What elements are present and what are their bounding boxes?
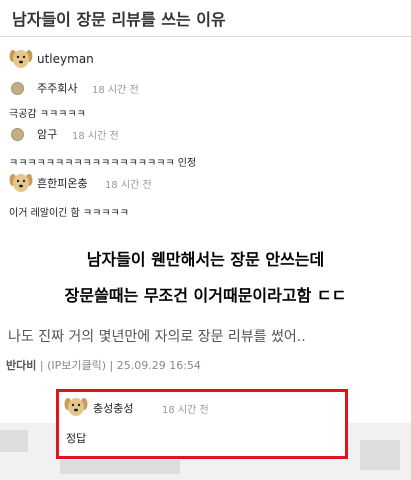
- comment-user[interactable]: 주주회사: [37, 80, 77, 96]
- caption-line-2: 장문쓸때는 무조건 이거때문이라고함 ㄷㄷ: [64, 286, 347, 305]
- blurred-block: [60, 460, 180, 474]
- comment-text: 이거 레알이긴 함 ㅋㅋㅋㅋㅋ: [9, 208, 129, 219]
- comment-time: 18 시간 전: [92, 85, 139, 96]
- review-author[interactable]: 반다비: [6, 359, 36, 372]
- reply-time: 18 시간 전: [162, 405, 209, 416]
- comment-user[interactable]: 흔한피온충: [37, 175, 88, 191]
- review-text: 나도 진짜 거의 몇년만에 자의로 장문 리뷰를 썼어..: [8, 329, 306, 345]
- comment-time: 18 시간 전: [105, 180, 152, 191]
- comment-user[interactable]: utleyman: [37, 52, 94, 66]
- dog-avatar-icon: [9, 50, 33, 68]
- blurred-block: [0, 430, 28, 452]
- comment-text: 극공감 ㅋㅋㅋㅋㅋ: [9, 109, 86, 120]
- comment-user[interactable]: 암구: [37, 126, 57, 142]
- reply-text: 정답: [66, 432, 87, 445]
- review-meta: 반다비 | (IP보기클릭) | 25.09.29 16:54: [6, 359, 201, 372]
- user-dot-icon: [11, 128, 24, 141]
- review-ip[interactable]: (IP보기클릭): [47, 359, 106, 372]
- dog-avatar-icon: [9, 174, 33, 192]
- blurred-block: [360, 440, 400, 470]
- comment-text: ㅋㅋㅋㅋㅋㅋㅋㅋㅋㅋㅋㅋㅋㅋㅋㅋㅋㅋ 인정: [9, 158, 197, 169]
- post-title: 남자들이 장문 리뷰를 쓰는 이유: [12, 10, 226, 29]
- review-date: 25.09.29 16:54: [116, 359, 201, 372]
- user-dot-icon: [11, 82, 24, 95]
- comment-time: 18 시간 전: [72, 131, 119, 142]
- caption-line-1: 남자들이 웬만해서는 장문 안쓰는데: [86, 250, 325, 269]
- dog-avatar-icon: [64, 398, 88, 416]
- reply-user[interactable]: 충성충성: [93, 400, 133, 416]
